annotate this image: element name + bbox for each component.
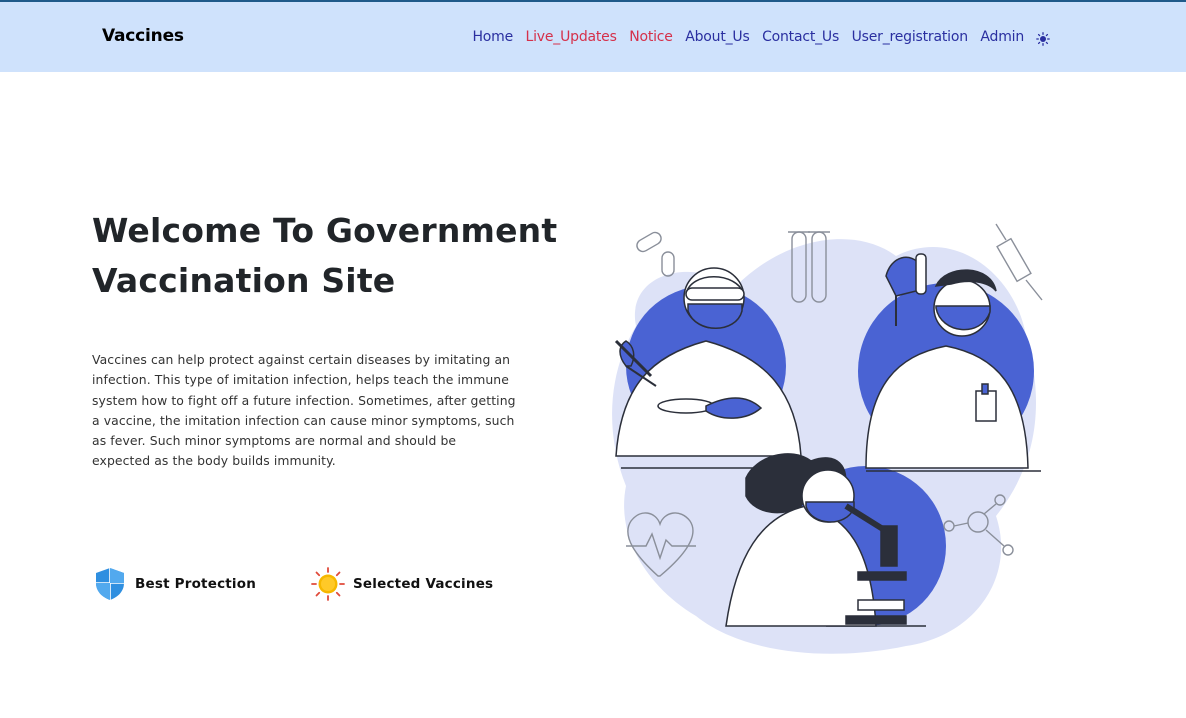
nav-link-notice[interactable]: Notice [629,29,673,45]
feature-best-protection: Best Protection [92,566,256,602]
shield-icon [92,566,128,602]
hero-paragraph-line: Vaccines can help protect against certai… [92,352,511,367]
hero-title: Welcome To Government Vaccination Site [92,206,562,306]
main-nav: Home Live_Updates Notice About_Us Contac… [472,29,1050,46]
hero-paragraph: Vaccines can help protect against certai… [92,350,532,472]
nav-link-live-updates[interactable]: Live_Updates [526,29,617,45]
nav-link-home[interactable]: Home [472,29,513,45]
nav-link-user-registration[interactable]: User_registration [852,29,968,45]
lab-scientists-illustration [596,216,1056,656]
brand-logo[interactable]: Vaccines [102,26,184,46]
nav-link-admin[interactable]: Admin [980,29,1024,45]
navbar: Vaccines Home Live_Updates Notice About_… [0,0,1186,72]
hero-paragraph-line: a vaccine, the imitation infection can c… [92,412,515,428]
hero-title-line-2: Vaccination Site [92,261,396,300]
feature-label: Selected Vaccines [353,576,494,592]
feature-label: Best Protection [135,576,257,592]
nav-link-contact-us[interactable]: Contact_Us [762,29,839,45]
hero-paragraph-line: as fever. Such minor symptoms are normal… [92,433,457,449]
hero-paragraph-line: expected as the body builds immunity. [92,453,336,469]
nav-link-about-us[interactable]: About_Us [685,29,750,45]
feature-selected-vaccines: Selected Vaccines [310,566,493,602]
hero-title-line-1: Welcome To Government [92,211,558,250]
hero-paragraph-line: system how to fight off a future infecti… [92,392,516,408]
theme-toggle-sun-icon[interactable] [1036,31,1050,46]
sun-icon [310,566,346,602]
hero-paragraph-line: infection. This type of imitation infect… [92,372,509,388]
